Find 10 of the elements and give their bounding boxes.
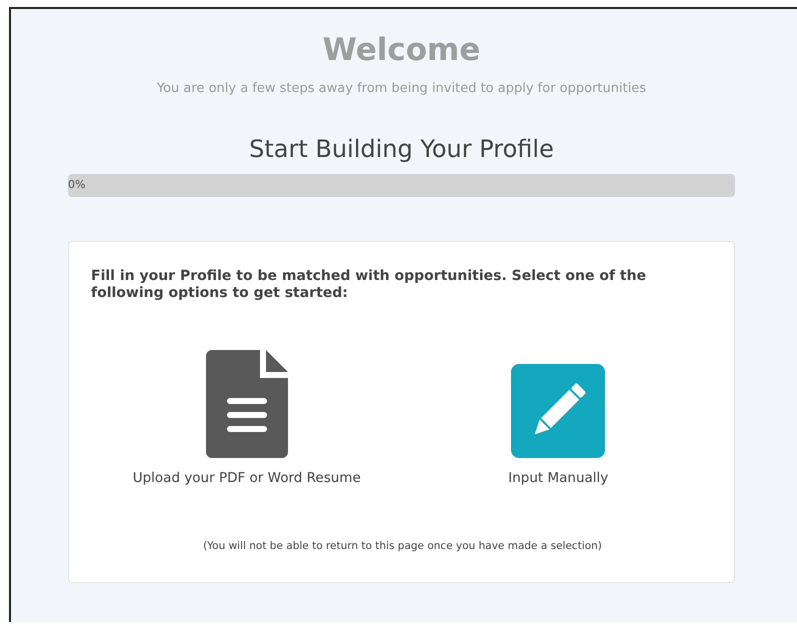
document-icon[interactable] xyxy=(206,350,288,458)
instruction-text: Fill in your Profile to be matched with opportunities. Select one of the following options to get started: xyxy=(91,268,648,302)
page-title: Welcome xyxy=(322,31,482,69)
option-label[interactable]: Input Manually xyxy=(508,470,608,486)
option-label[interactable]: Upload your PDF or Word Resume xyxy=(132,470,361,486)
selection-note: (You will not be able to return to this page once you have made a selection) xyxy=(202,540,603,552)
section-heading: Start Building Your Profile xyxy=(248,134,555,164)
progress-label: 0% xyxy=(68,178,86,191)
page-subtitle: You are only a few steps away from being invited to apply for opportunities xyxy=(156,81,648,96)
pencil-icon[interactable] xyxy=(511,364,606,458)
